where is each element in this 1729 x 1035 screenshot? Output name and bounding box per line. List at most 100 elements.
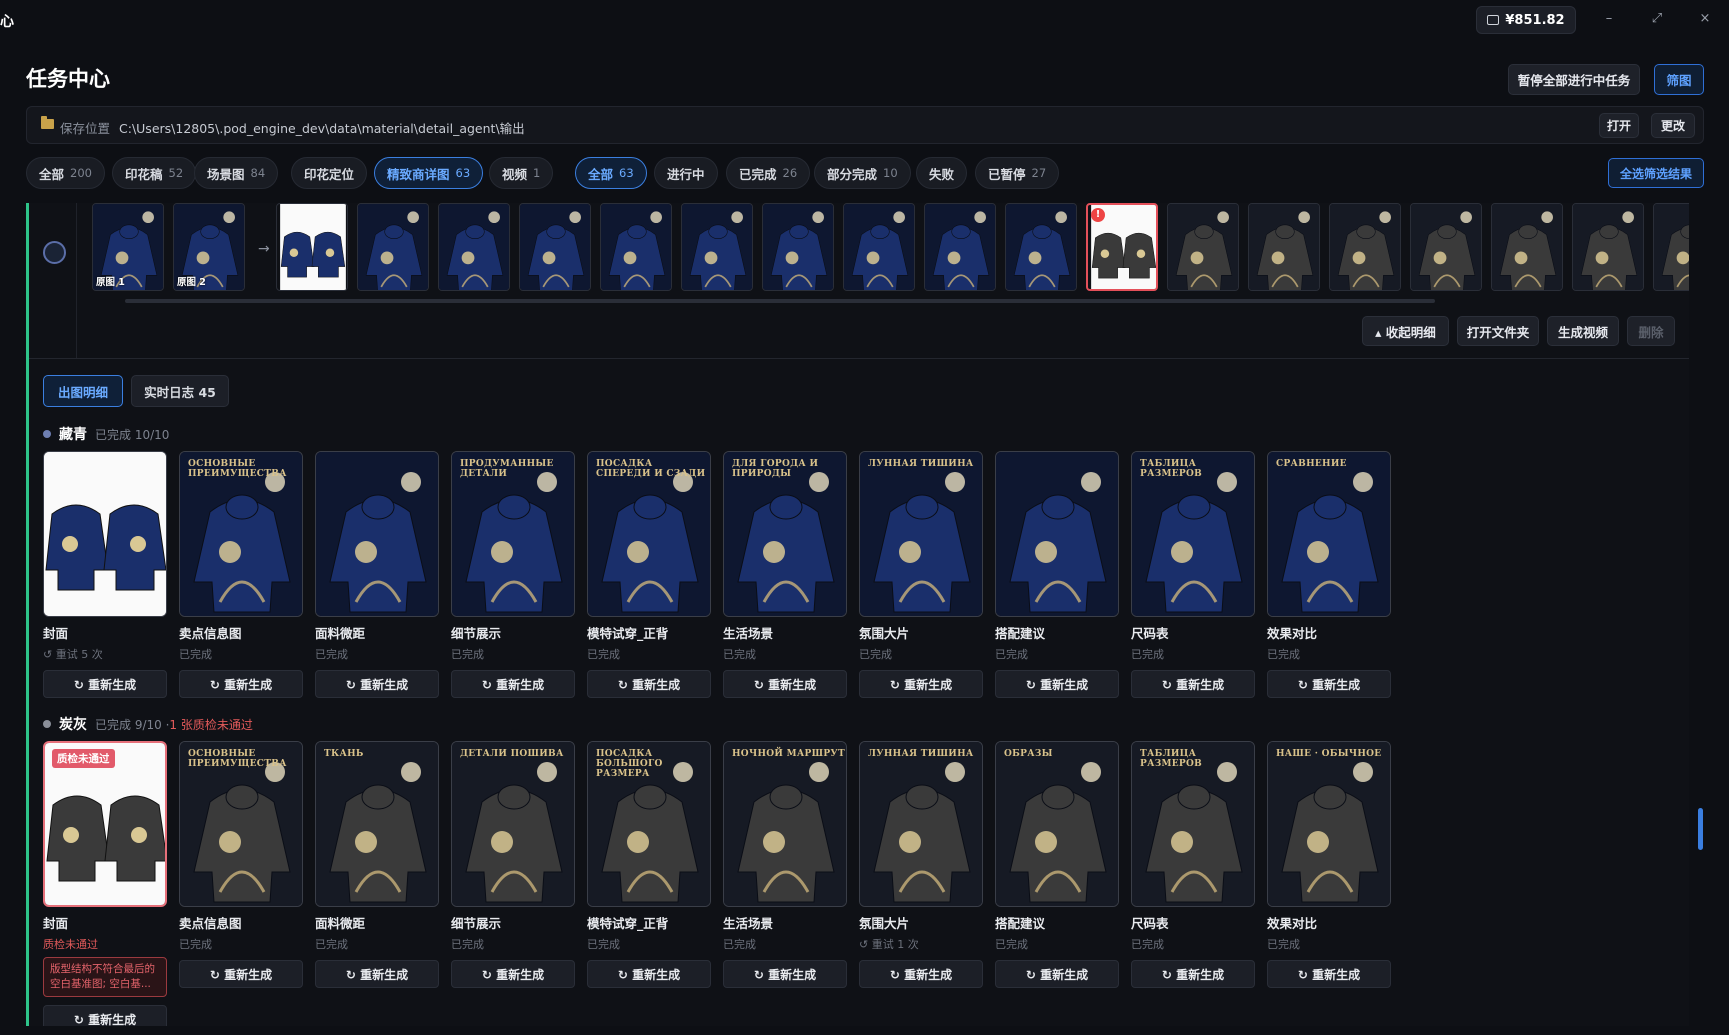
- strip-thumbnail[interactable]: [681, 203, 753, 291]
- regenerate-button[interactable]: ↻ 重新生成: [43, 670, 167, 698]
- pause-all-button[interactable]: 暂停全部进行中任务: [1508, 64, 1640, 95]
- minimize-icon[interactable]: –: [1600, 10, 1618, 28]
- type-filter-video[interactable]: 视频 1: [489, 157, 554, 189]
- regenerate-button[interactable]: ↻ 重新生成: [587, 960, 711, 988]
- type-filter-print[interactable]: 印花稿 52: [112, 157, 197, 189]
- status-filter-failed[interactable]: 失败: [916, 157, 968, 189]
- filter-images-button[interactable]: 筛图: [1654, 64, 1704, 95]
- delete-button[interactable]: 删除: [1627, 316, 1675, 346]
- strip-thumbnail[interactable]: [276, 203, 348, 291]
- regenerate-button[interactable]: ↻ 重新生成: [451, 960, 575, 988]
- generated-image[interactable]: ПОСАДКА БОЛЬШОГО РАЗМЕРА: [587, 741, 711, 907]
- strip-thumbnail[interactable]: [762, 203, 834, 291]
- regenerate-button[interactable]: ↻ 重新生成: [451, 670, 575, 698]
- generated-image[interactable]: СРАВНЕНИЕ: [1267, 451, 1391, 617]
- type-filter-placement[interactable]: 印花定位: [291, 157, 368, 189]
- generated-image[interactable]: ЛУННАЯ ТИШИНА: [859, 741, 983, 907]
- strip-thumbnail[interactable]: [1167, 203, 1239, 291]
- generate-video-button[interactable]: 生成视频: [1547, 316, 1619, 346]
- open-folder-button[interactable]: 打开文件夹: [1457, 316, 1539, 346]
- regenerate-button[interactable]: ↻ 重新生成: [723, 960, 847, 988]
- regenerate-button[interactable]: ↻ 重新生成: [1267, 960, 1391, 988]
- type-filter-detail[interactable]: 精致商详图 63: [374, 157, 484, 189]
- type-filter-all[interactable]: 全部 200: [26, 157, 105, 189]
- status-filter-running[interactable]: 进行中: [654, 157, 718, 189]
- strip-thumbnail[interactable]: [519, 203, 591, 291]
- strip-thumbnail[interactable]: [357, 203, 429, 291]
- regenerate-button[interactable]: ↻ 重新生成: [723, 670, 847, 698]
- balance-badge[interactable]: ¥851.82: [1476, 6, 1576, 34]
- strip-thumbnail[interactable]: [1005, 203, 1077, 291]
- strip-thumbnail[interactable]: [438, 203, 510, 291]
- generated-image[interactable]: [995, 451, 1119, 617]
- image-card-styling: ОБРАЗЫ 搭配建议 已完成 ↻ 重新生成: [995, 741, 1119, 988]
- strip-thumbnail[interactable]: [1491, 203, 1563, 291]
- close-icon[interactable]: ×: [1696, 10, 1714, 28]
- generated-image[interactable]: ОБРАЗЫ: [995, 741, 1119, 907]
- generated-image[interactable]: ДЕТАЛИ ПОШИВА: [451, 741, 575, 907]
- image-card-size-chart: ТАБЛИЦА РАЗМЕРОВ 尺码表 已完成 ↻ 重新生成: [1131, 451, 1255, 698]
- generated-image[interactable]: ОСНОВНЫЕ ПРЕИМУЩЕСТВА: [179, 451, 303, 617]
- regenerate-button[interactable]: ↻ 重新生成: [1131, 960, 1255, 988]
- card-caption: 面料微距: [315, 626, 366, 641]
- generated-image[interactable]: [43, 451, 167, 617]
- strip-thumbnail[interactable]: [1572, 203, 1644, 291]
- type-filter-scene[interactable]: 场景图 84: [194, 157, 279, 189]
- tab-live-log[interactable]: 实时日志 45: [131, 375, 229, 407]
- card-caption: 效果对比: [1267, 626, 1318, 641]
- status-filter-partial[interactable]: 部分完成 10: [814, 157, 911, 189]
- restore-icon[interactable]: ⤢: [1648, 10, 1666, 28]
- regenerate-button[interactable]: ↻ 重新生成: [859, 670, 983, 698]
- main-scrollbar[interactable]: [1698, 203, 1704, 1023]
- status-filter-done[interactable]: 已完成 26: [726, 157, 811, 189]
- regenerate-button[interactable]: ↻ 重新生成: [315, 960, 439, 988]
- generated-image[interactable]: 质检未通过: [43, 741, 167, 907]
- main-scrollbar-thumb[interactable]: [1698, 808, 1703, 850]
- generated-image[interactable]: [315, 451, 439, 617]
- regenerate-button[interactable]: ↻ 重新生成: [1131, 670, 1255, 698]
- tab-output-detail[interactable]: 出图明细: [43, 375, 123, 407]
- generated-image[interactable]: ТАБЛИЦА РАЗМЕРОВ: [1131, 451, 1255, 617]
- strip-thumbnail[interactable]: [1248, 203, 1320, 291]
- generated-image[interactable]: ПОСАДКА СПЕРЕДИ И СЗАДИ: [587, 451, 711, 617]
- generated-image[interactable]: ЛУННАЯ ТИШИНА: [859, 451, 983, 617]
- image-title-text: ЛУННАЯ ТИШИНА: [868, 749, 974, 759]
- generated-image[interactable]: НОЧНОЙ МАРШРУТ: [723, 741, 847, 907]
- regenerate-button[interactable]: ↻ 重新生成: [587, 670, 711, 698]
- regenerate-button[interactable]: ↻ 重新生成: [995, 670, 1119, 698]
- generated-image[interactable]: ТАБЛИЦА РАЗМЕРОВ: [1131, 741, 1255, 907]
- status-filter-all[interactable]: 全部 63: [575, 157, 647, 189]
- generated-image[interactable]: ОСНОВНЫЕ ПРЕИМУЩЕСТВА: [179, 741, 303, 907]
- strip-thumbnail[interactable]: [1410, 203, 1482, 291]
- strip-thumbnail[interactable]: !: [1086, 203, 1158, 291]
- strip-thumbnail[interactable]: [1329, 203, 1401, 291]
- card-status: 已完成: [315, 938, 348, 951]
- regenerate-button[interactable]: ↻ 重新生成: [315, 670, 439, 698]
- strip-thumbnail[interactable]: 原图 2: [173, 203, 245, 291]
- select-all-results-button[interactable]: 全选筛选结果: [1608, 158, 1704, 188]
- strip-thumbnail[interactable]: [843, 203, 915, 291]
- regenerate-button[interactable]: ↻ 重新生成: [995, 960, 1119, 988]
- task-select-radio[interactable]: [43, 241, 66, 264]
- strip-thumbnail[interactable]: [1653, 203, 1689, 291]
- status-filter-paused[interactable]: 已暂停 27: [975, 157, 1060, 189]
- strip-thumbnail[interactable]: 原图 1: [92, 203, 164, 291]
- thumbnail-strip[interactable]: 原图 1 原图 2 →!: [92, 203, 1689, 293]
- generated-image[interactable]: ПРОДУМАННЫЕ ДЕТАЛИ: [451, 451, 575, 617]
- generated-image[interactable]: ДЛЯ ГОРОДА И ПРИРОДЫ: [723, 451, 847, 617]
- collapse-details-button[interactable]: ▴ 收起明细: [1362, 316, 1449, 346]
- open-path-button[interactable]: 打开: [1599, 113, 1639, 138]
- regenerate-button[interactable]: ↻ 重新生成: [179, 960, 303, 988]
- generated-image[interactable]: ТКАНЬ: [315, 741, 439, 907]
- change-path-button[interactable]: 更改: [1651, 113, 1695, 138]
- regenerate-button[interactable]: ↻ 重新生成: [1267, 670, 1391, 698]
- regenerate-button[interactable]: ↻ 重新生成: [859, 960, 983, 988]
- generated-image[interactable]: НАШЕ · ОБЫЧНОЕ: [1267, 741, 1391, 907]
- strip-scrollbar[interactable]: [125, 299, 1435, 303]
- regenerate-button[interactable]: ↻ 重新生成: [43, 1005, 167, 1026]
- card-caption: 封面: [43, 626, 69, 641]
- regenerate-button[interactable]: ↻ 重新生成: [179, 670, 303, 698]
- strip-thumbnail[interactable]: [924, 203, 996, 291]
- balance-value: ¥851.82: [1505, 12, 1565, 28]
- strip-thumbnail[interactable]: [600, 203, 672, 291]
